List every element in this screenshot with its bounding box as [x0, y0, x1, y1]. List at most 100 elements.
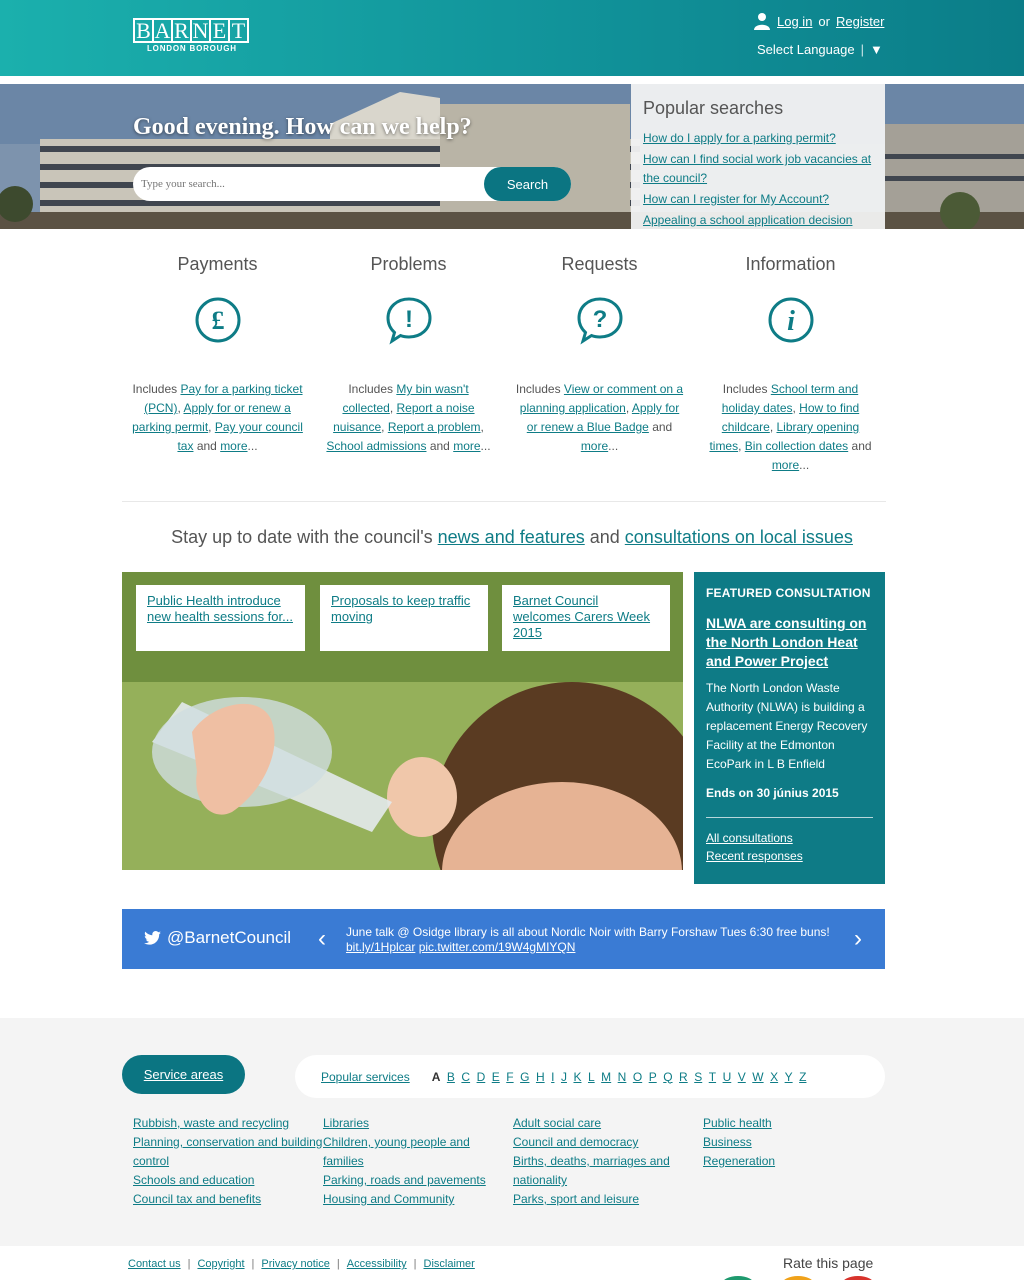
- service-link[interactable]: Parks, sport and leisure: [513, 1190, 703, 1209]
- popular-search-link[interactable]: How do I apply for a parking permit?: [643, 129, 873, 148]
- more-link[interactable]: more: [453, 439, 480, 453]
- service-link[interactable]: Council and democracy: [513, 1133, 703, 1152]
- az-letter[interactable]: G: [520, 1070, 529, 1084]
- az-letter[interactable]: T: [709, 1070, 716, 1084]
- service-link[interactable]: Rubbish, waste and recycling: [133, 1114, 323, 1133]
- az-letter[interactable]: H: [536, 1070, 545, 1084]
- logo-letter: B: [133, 18, 154, 43]
- consultation-title-link[interactable]: NLWA are consulting on the North London …: [706, 614, 873, 671]
- tweet-image-link[interactable]: pic.twitter.com/19W4gMIYQN: [419, 940, 576, 954]
- barnet-logo[interactable]: B A R N E T LONDON BOROUGH: [133, 18, 261, 56]
- news-card[interactable]: Proposals to keep traffic moving: [320, 585, 488, 651]
- service-link[interactable]: Regeneration: [703, 1152, 893, 1171]
- rating-icons[interactable]: [718, 1276, 888, 1280]
- az-letter[interactable]: B: [447, 1070, 455, 1084]
- search-input[interactable]: [141, 167, 481, 201]
- stay-up-to-date: Stay up to date with the council's news …: [0, 527, 1024, 548]
- az-letter[interactable]: C: [461, 1070, 470, 1084]
- more-link[interactable]: more: [581, 439, 608, 453]
- register-link[interactable]: Register: [836, 14, 884, 29]
- az-letter[interactable]: O: [633, 1070, 642, 1084]
- service-link[interactable]: Schools and education: [133, 1171, 323, 1190]
- site-header: B A R N E T LONDON BOROUGH Log in or Reg…: [0, 0, 1024, 76]
- search-button[interactable]: Search: [484, 167, 571, 201]
- az-letter[interactable]: J: [561, 1070, 567, 1084]
- service-link[interactable]: Housing and Community: [323, 1190, 513, 1209]
- az-letter[interactable]: E: [492, 1070, 500, 1084]
- az-letter[interactable]: Q: [663, 1070, 672, 1084]
- az-letter[interactable]: U: [723, 1070, 732, 1084]
- info-icon[interactable]: i: [768, 297, 814, 345]
- disclaimer-link[interactable]: Disclaimer: [424, 1258, 475, 1270]
- service-link[interactable]: Children, young people and families: [323, 1133, 513, 1171]
- exclamation-icon[interactable]: !: [385, 297, 432, 345]
- service-column: Public health Business Regeneration: [703, 1114, 893, 1209]
- service-link[interactable]: Adult social care: [513, 1114, 703, 1133]
- news-card[interactable]: Public Health introduce new health sessi…: [136, 585, 305, 651]
- news-card-link[interactable]: Proposals to keep traffic moving: [331, 593, 470, 624]
- task-link[interactable]: School admissions: [326, 439, 426, 453]
- recent-responses-link[interactable]: Recent responses: [706, 847, 873, 865]
- service-link[interactable]: Libraries: [323, 1114, 513, 1133]
- az-letter[interactable]: D: [477, 1070, 486, 1084]
- all-consultations-link[interactable]: All consultations: [706, 829, 873, 847]
- az-letter[interactable]: K: [573, 1070, 581, 1084]
- az-letter[interactable]: S: [694, 1070, 702, 1084]
- task-problems: Problems ! Includes My bin wasn't collec…: [313, 254, 504, 474]
- copyright-link[interactable]: Copyright: [197, 1258, 244, 1270]
- service-link[interactable]: Business: [703, 1133, 893, 1152]
- service-column: Libraries Children, young people and fam…: [323, 1114, 513, 1209]
- task-title: Payments: [177, 254, 258, 274]
- question-icon[interactable]: ?: [576, 297, 623, 345]
- accessibility-link[interactable]: Accessibility: [347, 1258, 407, 1270]
- service-link[interactable]: Council tax and benefits: [133, 1190, 323, 1209]
- login-link[interactable]: Log in: [777, 14, 812, 29]
- az-letter[interactable]: M: [601, 1070, 611, 1084]
- service-link[interactable]: Planning, conservation and building cont…: [133, 1133, 323, 1171]
- az-letter[interactable]: R: [679, 1070, 688, 1084]
- task-title: Problems: [370, 254, 447, 274]
- task-link[interactable]: Report a problem: [388, 420, 481, 434]
- includes-text: Includes: [348, 382, 397, 396]
- service-areas-button[interactable]: Service areas: [122, 1055, 245, 1094]
- privacy-notice-link[interactable]: Privacy notice: [261, 1258, 329, 1270]
- task-link[interactable]: Bin collection dates: [745, 439, 848, 453]
- az-letter[interactable]: Y: [785, 1070, 793, 1084]
- news-card[interactable]: Barnet Council welcomes Carers Week 2015: [502, 585, 670, 651]
- service-link[interactable]: Public health: [703, 1114, 893, 1133]
- az-letter[interactable]: I: [551, 1070, 554, 1084]
- news-card-link[interactable]: Barnet Council welcomes Carers Week 2015: [513, 593, 650, 640]
- task-categories: Payments £ Includes Pay for a parking ti…: [122, 254, 886, 474]
- contact-us-link[interactable]: Contact us: [128, 1258, 181, 1270]
- chevron-right-icon[interactable]: ›: [854, 925, 862, 953]
- includes-text: Includes: [722, 382, 771, 396]
- tweet-link[interactable]: bit.ly/1Hplcar: [346, 940, 415, 954]
- az-letter[interactable]: W: [752, 1070, 763, 1084]
- popular-search-link[interactable]: How can I register for My Account?: [643, 190, 873, 209]
- popular-services-link[interactable]: Popular services: [321, 1070, 410, 1084]
- consultations-link[interactable]: consultations on local issues: [625, 527, 853, 547]
- more-link[interactable]: more: [220, 439, 247, 453]
- az-letter[interactable]: A: [432, 1070, 441, 1084]
- az-letter[interactable]: P: [649, 1070, 657, 1084]
- more-link[interactable]: more: [772, 458, 799, 472]
- az-letter[interactable]: V: [738, 1070, 746, 1084]
- chevron-left-icon[interactable]: ‹: [318, 925, 326, 953]
- az-letter[interactable]: X: [770, 1070, 778, 1084]
- twitter-handle[interactable]: @BarnetCouncil: [144, 928, 291, 948]
- service-link[interactable]: Births, deaths, marriages and nationalit…: [513, 1152, 703, 1190]
- az-letter[interactable]: N: [618, 1070, 627, 1084]
- az-letter[interactable]: F: [506, 1070, 513, 1084]
- includes-text: Includes: [515, 382, 564, 396]
- news-card-link[interactable]: Public Health introduce new health sessi…: [147, 593, 293, 624]
- popular-search-link[interactable]: Appealing a school application decision: [643, 211, 873, 229]
- popular-search-link[interactable]: How can I find social work job vacancies…: [643, 150, 873, 188]
- task-description: Includes View or comment on a planning a…: [515, 382, 684, 453]
- news-features-link[interactable]: news and features: [438, 527, 585, 547]
- language-selector[interactable]: Select Language | ▼: [757, 42, 883, 57]
- service-link[interactable]: Parking, roads and pavements: [323, 1171, 513, 1190]
- account-links: Log in or Register: [753, 12, 884, 30]
- pound-icon[interactable]: £: [195, 297, 241, 345]
- az-letter[interactable]: Z: [799, 1070, 806, 1084]
- az-letter[interactable]: L: [588, 1070, 595, 1084]
